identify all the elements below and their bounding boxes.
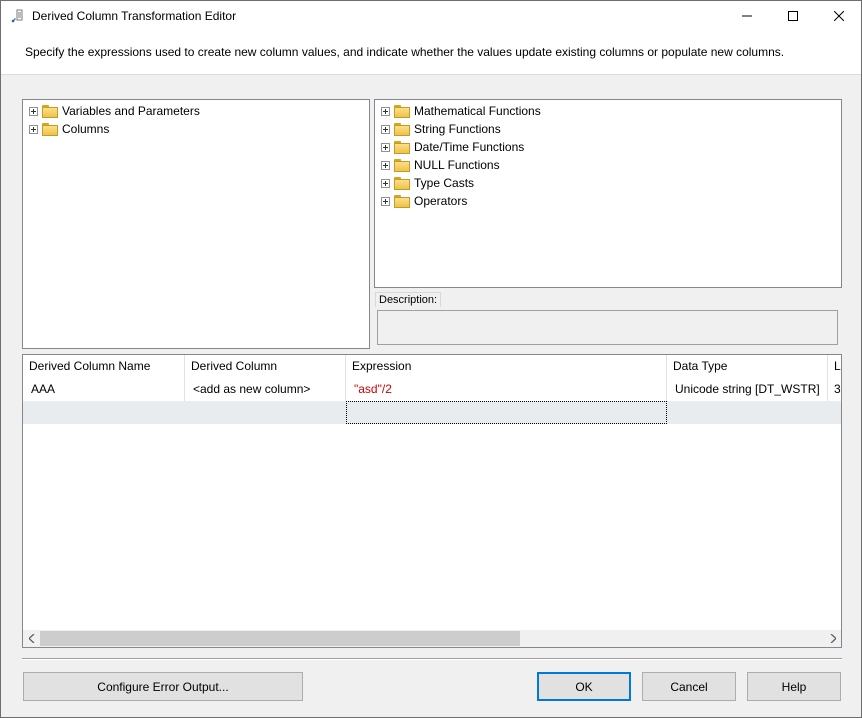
expand-icon[interactable] <box>381 160 390 170</box>
horizontal-scrollbar[interactable] <box>23 630 841 647</box>
folder-icon <box>394 158 410 172</box>
column-header-expression[interactable]: Expression <box>346 355 667 378</box>
description-label: Description: <box>375 292 442 307</box>
tree-item-label: NULL Functions <box>414 158 500 172</box>
tree-item-label: Columns <box>62 122 110 136</box>
new-row-name-cell[interactable] <box>23 401 185 424</box>
tree-item-label: String Functions <box>414 122 501 136</box>
column-header-derived-column-name[interactable]: Derived Column Name <box>23 355 185 378</box>
description-banner: Specify the expressions used to create n… <box>1 31 861 75</box>
tree-item-mathematical-functions[interactable]: Mathematical Functions <box>381 102 541 120</box>
new-row-length-cell[interactable] <box>828 401 841 424</box>
variables-columns-tree[interactable]: Variables and Parameters Columns <box>22 99 370 349</box>
new-row-expression-cell[interactable] <box>346 401 667 424</box>
configure-error-output-button[interactable]: Configure Error Output... <box>23 672 303 701</box>
data-type-cell[interactable]: Unicode string [DT_WSTR] <box>667 378 828 401</box>
folder-icon <box>394 104 410 118</box>
expand-icon[interactable] <box>29 106 38 116</box>
length-cell[interactable]: 3 <box>828 378 841 401</box>
ok-button[interactable]: OK <box>537 672 631 701</box>
expand-icon[interactable] <box>381 142 390 152</box>
grid-header: Derived Column Name Derived Column Expre… <box>23 355 841 378</box>
expand-icon[interactable] <box>381 196 390 206</box>
tree-item-columns[interactable]: Columns <box>29 120 109 138</box>
folder-icon <box>394 140 410 154</box>
minimize-icon <box>742 15 752 17</box>
new-row-data-type-cell[interactable] <box>667 401 828 424</box>
column-header-derived-column[interactable]: Derived Column <box>185 355 346 378</box>
scrollbar-thumb[interactable] <box>40 631 520 646</box>
help-button[interactable]: Help <box>747 672 841 701</box>
minimize-button[interactable] <box>724 1 770 31</box>
folder-icon <box>394 176 410 190</box>
expand-icon[interactable] <box>381 178 390 188</box>
functions-tree[interactable]: Mathematical Functions String Functions … <box>374 99 842 288</box>
expand-icon[interactable] <box>381 124 390 134</box>
close-icon <box>834 11 844 21</box>
window-title: Derived Column Transformation Editor <box>32 9 237 23</box>
maximize-button[interactable] <box>770 1 816 31</box>
folder-open-icon <box>42 122 58 136</box>
description-box <box>377 310 838 345</box>
title-bar: Derived Column Transformation Editor <box>1 1 861 31</box>
tree-item-label: Variables and Parameters <box>62 104 200 118</box>
column-header-length[interactable]: Le <box>828 355 841 378</box>
tree-item-label: Type Casts <box>414 176 475 190</box>
scroll-right-icon[interactable] <box>824 630 841 647</box>
table-row[interactable]: AAA <add as new column> "asd"/2 Unicode … <box>23 378 841 401</box>
tree-item-datetime-functions[interactable]: Date/Time Functions <box>381 138 524 156</box>
derived-column-cell[interactable]: <add as new column> <box>185 378 346 401</box>
folder-icon <box>42 104 58 118</box>
tree-item-variables-parameters[interactable]: Variables and Parameters <box>29 102 200 120</box>
maximize-icon <box>788 11 798 21</box>
expand-icon[interactable] <box>29 124 38 134</box>
cancel-button[interactable]: Cancel <box>642 672 736 701</box>
new-row[interactable] <box>23 401 841 424</box>
separator <box>22 658 842 660</box>
tree-item-string-functions[interactable]: String Functions <box>381 120 501 138</box>
expand-icon[interactable] <box>381 106 390 116</box>
tree-item-label: Mathematical Functions <box>414 104 541 118</box>
dialog-window: Derived Column Transformation Editor Spe… <box>0 0 862 718</box>
column-header-data-type[interactable]: Data Type <box>667 355 828 378</box>
expression-cell[interactable]: "asd"/2 <box>346 378 667 401</box>
close-button[interactable] <box>816 1 862 31</box>
derived-column-name-cell[interactable]: AAA <box>23 378 185 401</box>
folder-icon <box>394 194 410 208</box>
tree-item-label: Date/Time Functions <box>414 140 525 154</box>
derived-columns-grid[interactable]: Derived Column Name Derived Column Expre… <box>22 354 842 648</box>
tree-item-type-casts[interactable]: Type Casts <box>381 174 474 192</box>
tree-item-operators[interactable]: Operators <box>381 192 467 210</box>
folder-icon <box>394 122 410 136</box>
tree-item-null-functions[interactable]: NULL Functions <box>381 156 500 174</box>
tree-item-label: Operators <box>414 194 468 208</box>
transform-app-icon <box>11 9 23 23</box>
new-row-derived-column-cell[interactable] <box>185 401 346 424</box>
instruction-text: Specify the expressions used to create n… <box>25 45 785 59</box>
scroll-left-icon[interactable] <box>23 630 40 647</box>
